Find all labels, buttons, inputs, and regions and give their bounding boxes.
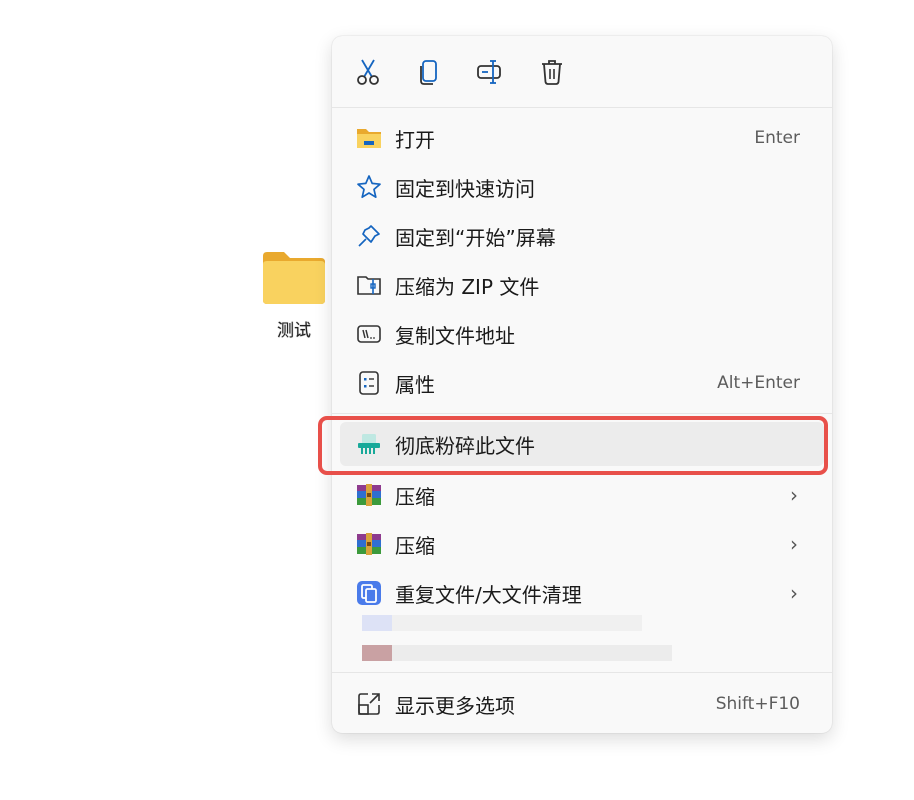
- menu-item-compress-2[interactable]: 压缩 ›: [340, 522, 824, 566]
- path-icon: [354, 319, 384, 349]
- more-options-icon: [354, 689, 384, 719]
- menu-separator: [332, 413, 832, 414]
- redacted-menu-items: [362, 611, 822, 671]
- rename-icon: [477, 60, 501, 84]
- copy-button[interactable]: [411, 54, 447, 90]
- menu-item-open[interactable]: 打开 Enter: [340, 116, 824, 160]
- toolbar-separator: [332, 107, 832, 108]
- menu-item-properties[interactable]: 属性 Alt+Enter: [340, 361, 824, 405]
- folder-label: 测试: [277, 321, 311, 341]
- menu-item-show-more-options[interactable]: 显示更多选项 Shift+F10: [340, 682, 824, 726]
- shortcut-text: Alt+Enter: [717, 373, 800, 393]
- winrar-icon: [354, 529, 384, 559]
- menu-item-shred-file[interactable]: 彻底粉碎此文件: [340, 422, 824, 466]
- zip-icon: [354, 270, 384, 300]
- delete-button[interactable]: [534, 54, 570, 90]
- rename-button[interactable]: [472, 54, 508, 90]
- menu-toolbar: [332, 36, 832, 106]
- menu-item-pin-quick-access[interactable]: 固定到快速访问: [340, 165, 824, 209]
- menu-item-label: 显示更多选项: [395, 693, 515, 718]
- cut-button[interactable]: [350, 54, 386, 90]
- menu-item-label: 彻底粉碎此文件: [395, 433, 535, 458]
- menu-item-label: 固定到“开始”屏幕: [395, 225, 556, 250]
- menu-item-label: 压缩: [395, 484, 435, 509]
- properties-icon: [354, 368, 384, 398]
- menu-item-duplicate-cleaner[interactable]: 重复文件/大文件清理 ›: [340, 571, 824, 615]
- menu-item-label: 固定到快速访问: [395, 176, 535, 201]
- menu-item-compress-1[interactable]: 压缩 ›: [340, 473, 824, 517]
- menu-item-label: 复制文件地址: [395, 323, 515, 348]
- shortcut-text: Shift+F10: [715, 694, 800, 714]
- star-icon: [354, 172, 384, 202]
- winrar-icon: [354, 480, 384, 510]
- shredder-icon: [354, 429, 384, 459]
- scissors-icon: [357, 59, 379, 85]
- context-menu: 打开 Enter 固定到快速访问 固定到“开始”屏幕 压缩为 ZIP 文件 复制…: [332, 36, 832, 733]
- menu-item-compress-zip[interactable]: 压缩为 ZIP 文件: [340, 263, 824, 307]
- folder-icon: [354, 123, 384, 153]
- folder-icon: [263, 252, 325, 304]
- menu-item-label: 属性: [395, 372, 435, 397]
- menu-item-pin-start[interactable]: 固定到“开始”屏幕: [340, 214, 824, 258]
- trash-icon: [542, 60, 562, 85]
- menu-separator: [332, 672, 832, 673]
- chevron-right-icon: ›: [790, 532, 798, 556]
- chevron-right-icon: ›: [790, 483, 798, 507]
- duplicate-cleaner-icon: [354, 578, 384, 608]
- menu-item-label: 压缩为 ZIP 文件: [395, 274, 540, 299]
- menu-item-copy-path[interactable]: 复制文件地址: [340, 312, 824, 356]
- copy-icon: [420, 60, 437, 85]
- shortcut-text: Enter: [754, 128, 800, 148]
- chevron-right-icon: ›: [790, 581, 798, 605]
- pin-icon: [354, 221, 384, 251]
- menu-item-label: 重复文件/大文件清理: [395, 582, 582, 607]
- menu-item-label: 打开: [395, 127, 435, 152]
- menu-item-label: 压缩: [395, 533, 435, 558]
- desktop-folder[interactable]: 测试: [258, 250, 330, 341]
